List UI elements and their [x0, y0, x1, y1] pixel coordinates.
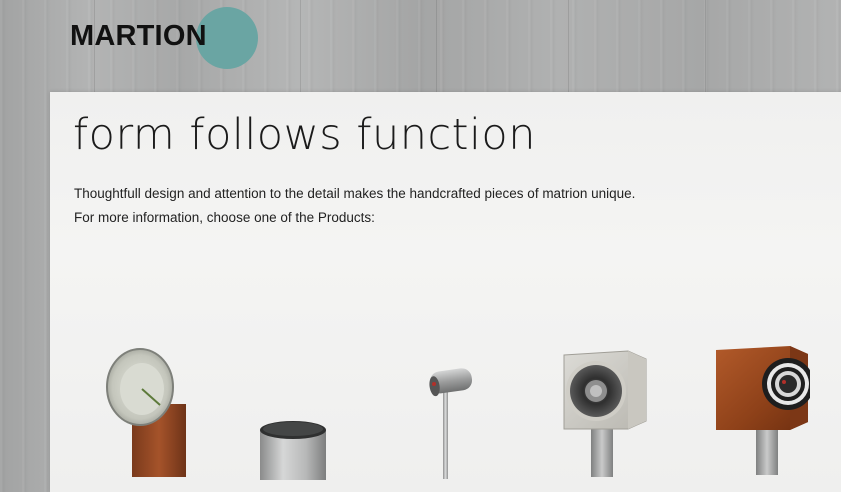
- intro-line: For more information, choose one of the …: [74, 210, 375, 225]
- intro-text: Thoughtfull design and attention to the …: [74, 182, 635, 230]
- cube-speaker-wood-icon: [716, 346, 810, 475]
- cylinder-speaker-icon: [260, 421, 326, 480]
- tube-speaker-icon: [429, 368, 473, 479]
- intro-line: Thoughtfull design and attention to the …: [74, 186, 636, 201]
- site-header: MARTION: [0, 0, 841, 92]
- product-cube-speaker-silver[interactable]: [558, 347, 653, 477]
- product-cylinder-speaker[interactable]: [258, 420, 330, 480]
- content-panel: form follows function Thoughtfull design…: [50, 92, 841, 492]
- cube-speaker-silver-icon: [563, 350, 647, 477]
- horn-speaker-icon: [106, 348, 186, 477]
- product-cube-speaker-wood[interactable]: [710, 340, 810, 475]
- product-horn-speaker[interactable]: [102, 347, 192, 477]
- logo-text: MARTION: [70, 20, 207, 52]
- product-tube-speaker[interactable]: [420, 364, 480, 479]
- page-headline: form follows function: [73, 110, 536, 160]
